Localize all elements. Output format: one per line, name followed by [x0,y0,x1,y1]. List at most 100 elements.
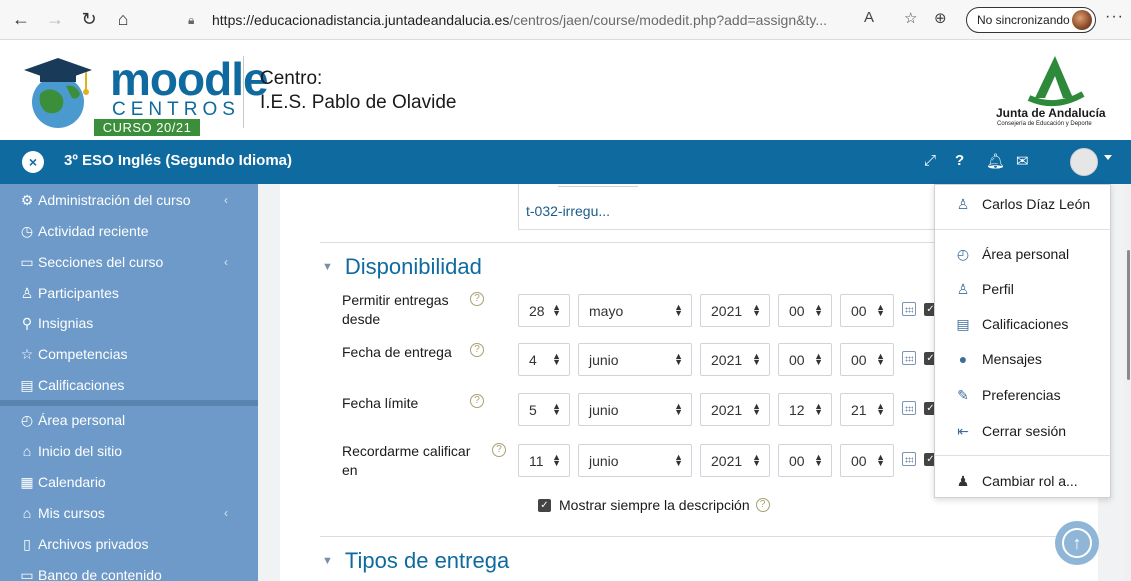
select-arrows-icon: ▲ ▼ [814,401,823,417]
sidebar-item-archivos[interactable]: ▯ Archivos privados [18,530,248,558]
help-icon[interactable]: ? [470,292,484,306]
minute-select[interactable]: 00 ▲ ▼ [840,343,894,376]
sidebar-item-mis-cursos[interactable]: ⌂ Mis cursos ‹ [18,499,248,527]
month-select[interactable]: junio ▲ ▼ [578,444,692,477]
fullscreen-icon[interactable]: ⤢ [924,152,936,169]
day-select[interactable]: 4 ▲ ▼ [518,343,570,376]
select-value: 12 [789,401,805,418]
sidebar-item-area-personal[interactable]: ◴ Área personal [18,406,248,434]
clock-icon: ◷ [20,222,34,239]
hour-select[interactable]: 00 ▲ ▼ [778,444,832,477]
label-fecha-limite: Fecha límite [342,395,419,411]
select-value: 11 [529,452,544,469]
sidebar-item-actividad[interactable]: ◷ Actividad reciente [18,217,248,245]
year-select[interactable]: 2021 ▲ ▼ [700,393,770,426]
menu-item-cambiar-rol[interactable]: ♟ Cambiar rol a... [935,464,1112,498]
sidebar-item-label: Banco de contenido [38,567,162,581]
close-drawer-button[interactable]: × [22,151,44,173]
select-arrows-icon: ▲ ▼ [674,452,683,468]
sidebar-item-label: Inicio del sitio [38,443,123,459]
select-value: 00 [789,452,805,469]
calendar-icon: ▦ [20,473,34,490]
favorites-icon[interactable]: ☆ [904,9,917,27]
select-arrows-icon: ▲ ▼ [552,452,561,468]
calendar-icon[interactable] [902,302,916,316]
menu-item-cerrar-sesion[interactable]: ⇤ Cerrar sesión [935,414,1112,448]
page-scrollbar-thumb[interactable] [1127,250,1130,380]
section-tipos-entrega[interactable]: ▼ Tipos de entrega [322,548,509,574]
show-description-row[interactable]: ✓ Mostrar siempre la descripción ? [538,497,770,513]
sync-status-button[interactable]: No sincronizando [966,7,1096,33]
caret-down-icon[interactable] [1104,155,1112,160]
sidebar-item-calificaciones[interactable]: ▤ Calificaciones [18,371,248,399]
more-menu-icon[interactable]: ··· [1105,8,1124,26]
select-value: 2021 [711,302,743,319]
help-icon[interactable]: ? [755,498,770,512]
show-description-checkbox[interactable]: ✓ [538,498,551,512]
section-disponibilidad[interactable]: ▼ Disponibilidad [322,254,482,280]
collections-icon[interactable]: ⊕ [934,9,947,27]
profile-avatar [1072,10,1092,30]
day-select[interactable]: 11 ▲ ▼ [518,444,570,477]
month-select[interactable]: junio ▲ ▼ [578,343,692,376]
month-select[interactable]: junio ▲ ▼ [578,393,692,426]
calendar-icon[interactable] [902,351,916,365]
attached-file-name[interactable]: t-032-irregu... [526,203,610,219]
hour-select[interactable]: 00 ▲ ▼ [778,294,832,327]
hour-select[interactable]: 00 ▲ ▼ [778,343,832,376]
reload-icon[interactable]: ↻ [76,7,102,33]
hour-select[interactable]: 12 ▲ ▼ [778,393,832,426]
forward-arrow-icon[interactable]: → [42,7,68,33]
select-value: 5 [529,401,537,418]
back-arrow-icon[interactable]: ← [8,7,34,33]
bell-icon[interactable]: 🔔︎ [986,152,1005,170]
year-select[interactable]: 2021 ▲ ▼ [700,294,770,327]
help-icon[interactable]: ? [470,343,484,357]
sidebar-item-banco[interactable]: ▭ Banco de contenido [18,561,248,581]
help-icon[interactable]: ? [955,152,964,169]
site-header: moodle CENTROS CURSO 20/21 Centro: I.E.S… [0,40,1131,140]
sidebar-item-competencias[interactable]: ☆ Competencias [18,340,248,368]
calendar-icon[interactable] [902,452,916,466]
year-select[interactable]: 2021 ▲ ▼ [700,444,770,477]
sidebar-item-label: Calendario [38,474,106,490]
minute-select[interactable]: 00 ▲ ▼ [840,294,894,327]
home-icon: ⌂ [22,443,32,459]
select-arrows-icon: ▲ ▼ [814,452,823,468]
menu-item-preferencias[interactable]: ✎ Preferencias [935,378,1112,412]
menu-item-area-personal[interactable]: ◴ Área personal [935,237,1112,271]
user-avatar[interactable] [1070,148,1098,176]
year-select[interactable]: 2021 ▲ ▼ [700,343,770,376]
sidebar-item-participantes[interactable]: ♙ Participantes [18,279,248,307]
page-scrollbar[interactable] [1124,184,1131,581]
day-select[interactable]: 5 ▲ ▼ [518,393,570,426]
section-divider [320,536,1080,537]
menu-item-calificaciones[interactable]: ▤ Calificaciones [935,307,1112,341]
home-icon[interactable]: ⌂ [110,7,136,33]
calendar-icon[interactable] [902,401,916,415]
back-to-top-button[interactable]: ↑ [1055,521,1099,565]
sidebar-item-label: Mis cursos [38,505,105,521]
minute-select[interactable]: 00 ▲ ▼ [840,444,894,477]
minute-select[interactable]: 21 ▲ ▼ [840,393,894,426]
help-icon[interactable]: ? [470,394,484,408]
sidebar-item-label: Área personal [38,412,126,428]
course-title[interactable]: 3º ESO Inglés (Segundo Idioma) [64,152,292,169]
select-value: 00 [851,351,867,368]
day-select[interactable]: 28 ▲ ▼ [518,294,570,327]
menu-item-perfil[interactable]: ♙ Perfil [935,272,1112,306]
envelope-icon[interactable]: ✉ [1016,152,1029,170]
sidebar-item-secciones[interactable]: ▭ Secciones del curso ‹ [18,248,248,276]
month-select[interactable]: mayo ▲ ▼ [578,294,692,327]
address-bar[interactable]: 🔒︎ https://educacionadistancia.juntadean… [188,8,852,32]
sidebar-item-inicio[interactable]: ⌂ Inicio del sitio [18,437,248,465]
sidebar-item-calendario[interactable]: ▦ Calendario [18,468,248,496]
menu-item-user-name[interactable]: ♙ Carlos Díaz León [935,187,1112,221]
help-icon[interactable]: ? [492,443,506,457]
read-aloud-icon[interactable]: A [864,9,874,26]
select-value: 2021 [711,401,743,418]
sidebar-item-insignias[interactable]: ⚲ Insignias [18,309,248,337]
sidebar-item-administracion[interactable]: ⚙ Administración del curso ‹ [18,186,248,214]
menu-item-mensajes[interactable]: ● Mensajes [935,342,1112,376]
curso-badge: CURSO 20/21 [94,119,200,136]
